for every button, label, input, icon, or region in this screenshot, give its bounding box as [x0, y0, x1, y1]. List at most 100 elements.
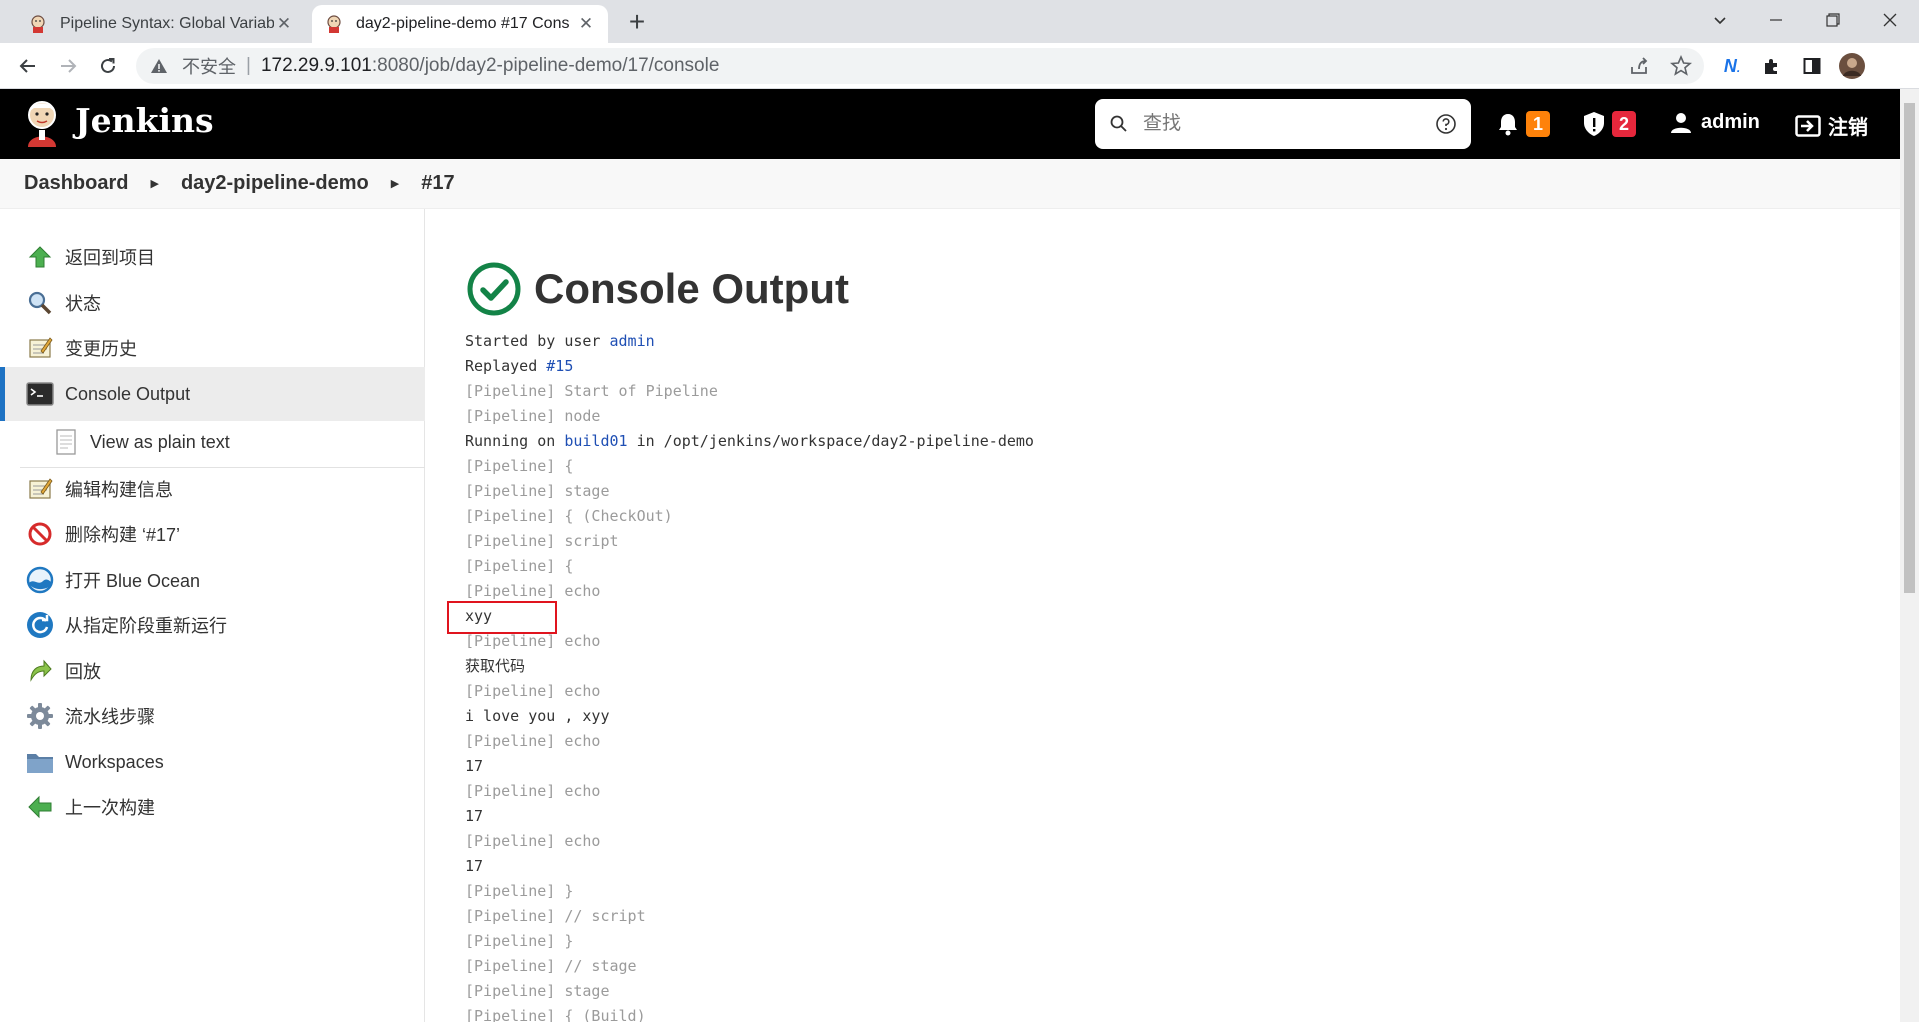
close-window-icon[interactable] [1860, 0, 1919, 40]
sidebar: 返回到项目 状态 变更历史 Console Output View as pla… [0, 209, 425, 1022]
search-icon [1110, 115, 1127, 132]
security-count-badge: 2 [1612, 111, 1636, 137]
no-entry-icon [26, 520, 54, 548]
extensions-puzzle-icon[interactable] [1758, 52, 1786, 80]
console-line: [Pipeline] { (Build) [465, 1007, 646, 1022]
security-alerts-button[interactable]: 2 [1583, 111, 1636, 137]
share-icon[interactable] [1628, 55, 1650, 77]
search-input[interactable] [1143, 113, 1435, 135]
main-content: Console Output Started by user admin Rep… [426, 209, 1900, 1022]
jenkins-logo-icon[interactable] [22, 99, 62, 149]
back-arrow-icon [26, 793, 54, 821]
shield-icon [1584, 112, 1604, 136]
tab-search-chevron-icon[interactable] [1690, 0, 1750, 40]
folder-icon [26, 748, 54, 776]
breadcrumb-separator-icon[interactable]: ▶ [391, 177, 399, 190]
sidebar-item-label: View as plain text [90, 431, 230, 452]
back-arrow-icon[interactable] [12, 50, 44, 82]
highlight-annotation-box [447, 601, 557, 634]
breadcrumb-dashboard[interactable]: Dashboard [24, 172, 128, 195]
sidebar-item-label: 上一次构建 [65, 798, 155, 818]
magnifier-icon [26, 289, 54, 317]
page-scrollbar[interactable] [1900, 89, 1919, 1022]
jenkins-title[interactable]: Jenkins [75, 101, 214, 140]
console-text: in /opt/jenkins/workspace/day2-pipeline-… [627, 432, 1034, 450]
sidebar-item-label: Workspaces [65, 751, 164, 772]
address-bar[interactable]: 不安全 | 172.29.9.101:8080/job/day2-pipelin… [136, 48, 1704, 84]
url-separator: | [246, 55, 251, 76]
browser-toolbar: 不安全 | 172.29.9.101:8080/job/day2-pipelin… [0, 43, 1919, 89]
search-box[interactable] [1095, 99, 1471, 149]
help-icon[interactable] [1435, 113, 1457, 135]
console-line: Started by user admin [465, 329, 1034, 354]
sidebar-item-label: 状态 [65, 294, 101, 314]
close-tab-icon[interactable]: ✕ [576, 14, 596, 34]
console-line: [Pipeline] { (CheckOut) [465, 507, 673, 525]
breadcrumb-job[interactable]: day2-pipeline-demo [181, 172, 369, 195]
bookmark-star-icon[interactable] [1670, 55, 1692, 77]
console-line: [Pipeline] echo [465, 782, 601, 800]
sidebar-item-label: 打开 Blue Ocean [65, 571, 201, 591]
sidebar-item-label: 删除构建 ‘#17’ [65, 525, 181, 545]
console-line: 17 [465, 857, 484, 875]
scrollbar-thumb[interactable] [1904, 103, 1915, 593]
console-line: [Pipeline] script [465, 532, 619, 550]
new-tab-button[interactable]: + [620, 6, 654, 40]
logout-label: 注销 [1828, 117, 1868, 139]
bell-icon [1499, 114, 1517, 136]
console-line: [Pipeline] // script [465, 907, 646, 925]
console-line: Replayed #15 [465, 354, 1034, 379]
console-line: [Pipeline] // stage [465, 957, 637, 975]
sidebar-item-label: 变更历史 [65, 339, 137, 359]
url-path: :8080/job/day2-pipeline-demo/17/console [371, 55, 720, 76]
insecure-label: 不安全 [182, 57, 236, 77]
minimize-icon[interactable] [1746, 0, 1806, 40]
node-link[interactable]: build01 [564, 432, 627, 450]
user-menu[interactable]: admin [1670, 111, 1760, 134]
console-line: [Pipeline] stage [465, 482, 610, 500]
console-line: [Pipeline] node [465, 407, 601, 425]
reload-icon[interactable] [92, 50, 124, 82]
console-line: Running on build01 in /opt/jenkins/works… [465, 429, 1034, 454]
profile-avatar[interactable] [1838, 52, 1866, 80]
sidebar-item-previous-build[interactable]: 上一次构建 [0, 780, 425, 834]
console-line: i love you , xyy [465, 707, 610, 725]
notepad-icon [26, 475, 54, 503]
logout-icon [1795, 114, 1821, 137]
sidebar-item-label: 从指定阶段重新运行 [65, 616, 227, 636]
user-icon [1671, 112, 1691, 133]
user-link[interactable]: admin [610, 332, 655, 350]
console-line: [Pipeline] echo [465, 832, 601, 850]
browser-tab-pipeline-syntax[interactable]: Pipeline Syntax: Global Variable ✕ [16, 5, 306, 43]
extension-n-icon[interactable]: N. [1718, 52, 1746, 80]
breadcrumb-separator-icon[interactable]: ▶ [150, 177, 158, 190]
document-icon [52, 428, 80, 456]
console-line: [Pipeline] } [465, 882, 574, 900]
console-line: [Pipeline] { [465, 457, 574, 475]
jenkins-favicon-icon [327, 15, 341, 33]
sidebar-item-label: 编辑构建信息 [65, 480, 173, 500]
sidebar-item-plain-text[interactable]: View as plain text [0, 415, 425, 469]
replay-arrow-icon [26, 657, 54, 685]
jenkins-header: Jenkins 1 2 admin 注销 [0, 89, 1900, 159]
restore-icon[interactable] [1803, 0, 1863, 40]
username-label: admin [1701, 111, 1760, 133]
console-line: [Pipeline] echo [465, 682, 601, 700]
console-line: [Pipeline] { [465, 557, 574, 575]
notepad-icon [26, 334, 54, 362]
sidebar-item-console-output[interactable]: Console Output [0, 367, 425, 421]
forward-arrow-icon[interactable] [52, 50, 84, 82]
console-text: Replayed [465, 357, 547, 375]
restart-icon [26, 611, 54, 639]
breadcrumb-build[interactable]: #17 [421, 172, 454, 195]
console-text: Running on [465, 432, 565, 450]
logout-button[interactable]: 注销 [1795, 111, 1868, 140]
replayed-build-link[interactable]: #15 [546, 357, 573, 375]
close-tab-icon[interactable]: ✕ [274, 14, 294, 34]
warning-triangle-icon [151, 59, 167, 73]
side-panel-icon[interactable] [1798, 52, 1826, 80]
browser-tab-console[interactable]: day2-pipeline-demo #17 Cons ✕ [312, 5, 608, 43]
notifications-button[interactable]: 1 [1497, 111, 1550, 137]
browser-tab-bar: Pipeline Syntax: Global Variable ✕ day2-… [0, 0, 1919, 43]
console-text: Started by user [465, 332, 610, 350]
